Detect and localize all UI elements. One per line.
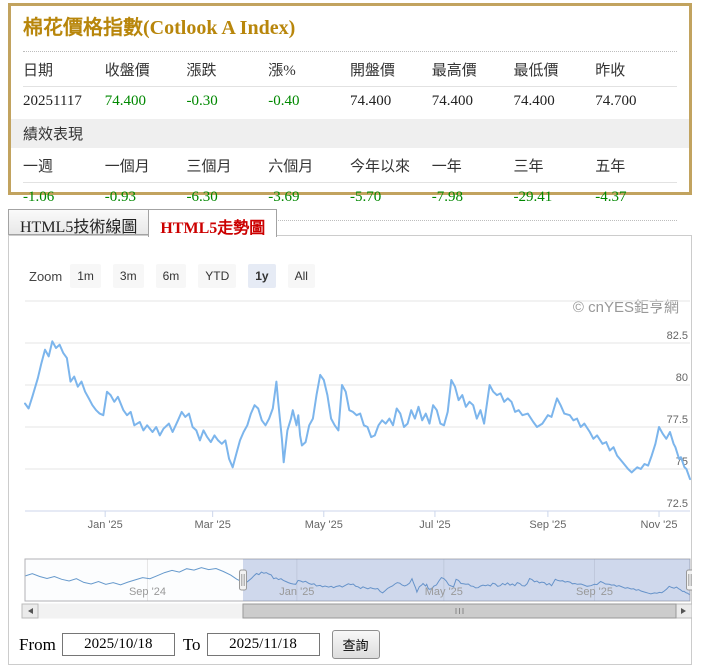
col-prev-close: 昨收 — [595, 59, 677, 80]
x-axis-label: May '25 — [305, 519, 343, 531]
tab-technical-chart[interactable]: HTML5技術線圖 — [8, 209, 149, 235]
query-button[interactable]: 查詢 — [332, 630, 380, 659]
perf-1w: -1.06 — [23, 189, 105, 206]
col-change: 漲跌 — [187, 59, 269, 80]
from-label: From — [19, 635, 56, 655]
from-date-input[interactable] — [62, 633, 175, 656]
col-1y: 一年 — [432, 155, 514, 176]
col-3y: 三年 — [514, 155, 596, 176]
chart-tabs: HTML5技術線圖 HTML5走勢圖 — [8, 209, 277, 237]
perf-3m: -6.30 — [187, 189, 269, 206]
performance-section-title: 績效表現 — [11, 119, 689, 148]
price-line-series — [25, 341, 690, 479]
quote-value-row: 20251117 74.400 -0.30 -0.40 74.400 74.40… — [23, 87, 677, 117]
value-change: -0.30 — [187, 93, 269, 110]
col-close: 收盤價 — [105, 59, 187, 80]
page-title: 棉花價格指數(Cotlook A Index) — [23, 14, 677, 42]
col-1m: 一個月 — [105, 155, 187, 176]
col-date: 日期 — [23, 59, 105, 80]
col-6m: 六個月 — [268, 155, 350, 176]
perf-3y: -29.41 — [514, 189, 596, 206]
navigator-axis-label: Sep '25 — [576, 586, 613, 598]
navigator-axis-label: Jan '25 — [279, 586, 314, 598]
navigator-right-handle — [687, 570, 693, 590]
col-1w: 一週 — [23, 155, 105, 176]
value-high: 74.400 — [432, 93, 514, 110]
value-close: 74.400 — [105, 93, 187, 110]
x-axis-label: Mar '25 — [194, 519, 230, 531]
chart-panel: Zoom 1m 3m 6m YTD 1y All © cnYES鉅亨網 Jan … — [8, 235, 692, 665]
tab-trend-chart[interactable]: HTML5走勢圖 — [148, 209, 277, 237]
x-axis-label: Nov '25 — [641, 519, 678, 531]
value-prev-close: 74.700 — [595, 93, 677, 110]
value-open: 74.400 — [350, 93, 432, 110]
perf-5y: -4.37 — [595, 189, 677, 206]
col-ytd: 今年以來 — [350, 155, 432, 176]
x-axis-label: Jan '25 — [88, 519, 123, 531]
value-date: 20251117 — [23, 93, 105, 110]
y-axis-label: 82.5 — [667, 330, 688, 342]
col-5y: 五年 — [595, 155, 677, 176]
value-low: 74.400 — [514, 93, 596, 110]
perf-6m: -3.69 — [268, 189, 350, 206]
col-open: 開盤價 — [350, 59, 432, 80]
col-3m: 三個月 — [187, 155, 269, 176]
quote-card: 棉花價格指數(Cotlook A Index) 日期 收盤價 漲跌 漲% 開盤價… — [8, 3, 692, 195]
to-label: To — [183, 635, 201, 655]
perf-ytd: -5.70 — [350, 189, 432, 206]
x-axis-label: Sep '25 — [529, 519, 566, 531]
price-chart: Jan '25 Mar '25 May '25 Jul '25 Sep '25 Nov '… — [9, 236, 692, 538]
navigator-left-handle — [239, 570, 246, 590]
col-high: 最高價 — [432, 59, 514, 80]
navigator-axis-label: Sep '24 — [129, 586, 166, 598]
col-low: 最低價 — [514, 59, 596, 80]
performance-header-row: 一週 一個月 三個月 六個月 今年以來 一年 三年 五年 — [23, 148, 677, 183]
value-change-pct: -0.40 — [268, 93, 350, 110]
navigator[interactable]: Sep '24 Jan '25 May '25 Sep '25 — [9, 554, 692, 620]
y-axis-label: 77.5 — [667, 414, 688, 426]
perf-1y: -7.98 — [432, 189, 514, 206]
to-date-input[interactable] — [207, 633, 320, 656]
navigator-axis-label: May '25 — [425, 586, 463, 598]
col-change-pct: 漲% — [268, 59, 350, 80]
perf-1m: -0.93 — [105, 189, 187, 206]
date-range-form: From To 查詢 — [19, 630, 380, 659]
y-axis-label: 80 — [676, 372, 688, 384]
x-axis-label: Jul '25 — [419, 519, 450, 531]
y-axis-label: 72.5 — [667, 498, 688, 510]
quote-header-row: 日期 收盤價 漲跌 漲% 開盤價 最高價 最低價 昨收 — [23, 52, 677, 87]
